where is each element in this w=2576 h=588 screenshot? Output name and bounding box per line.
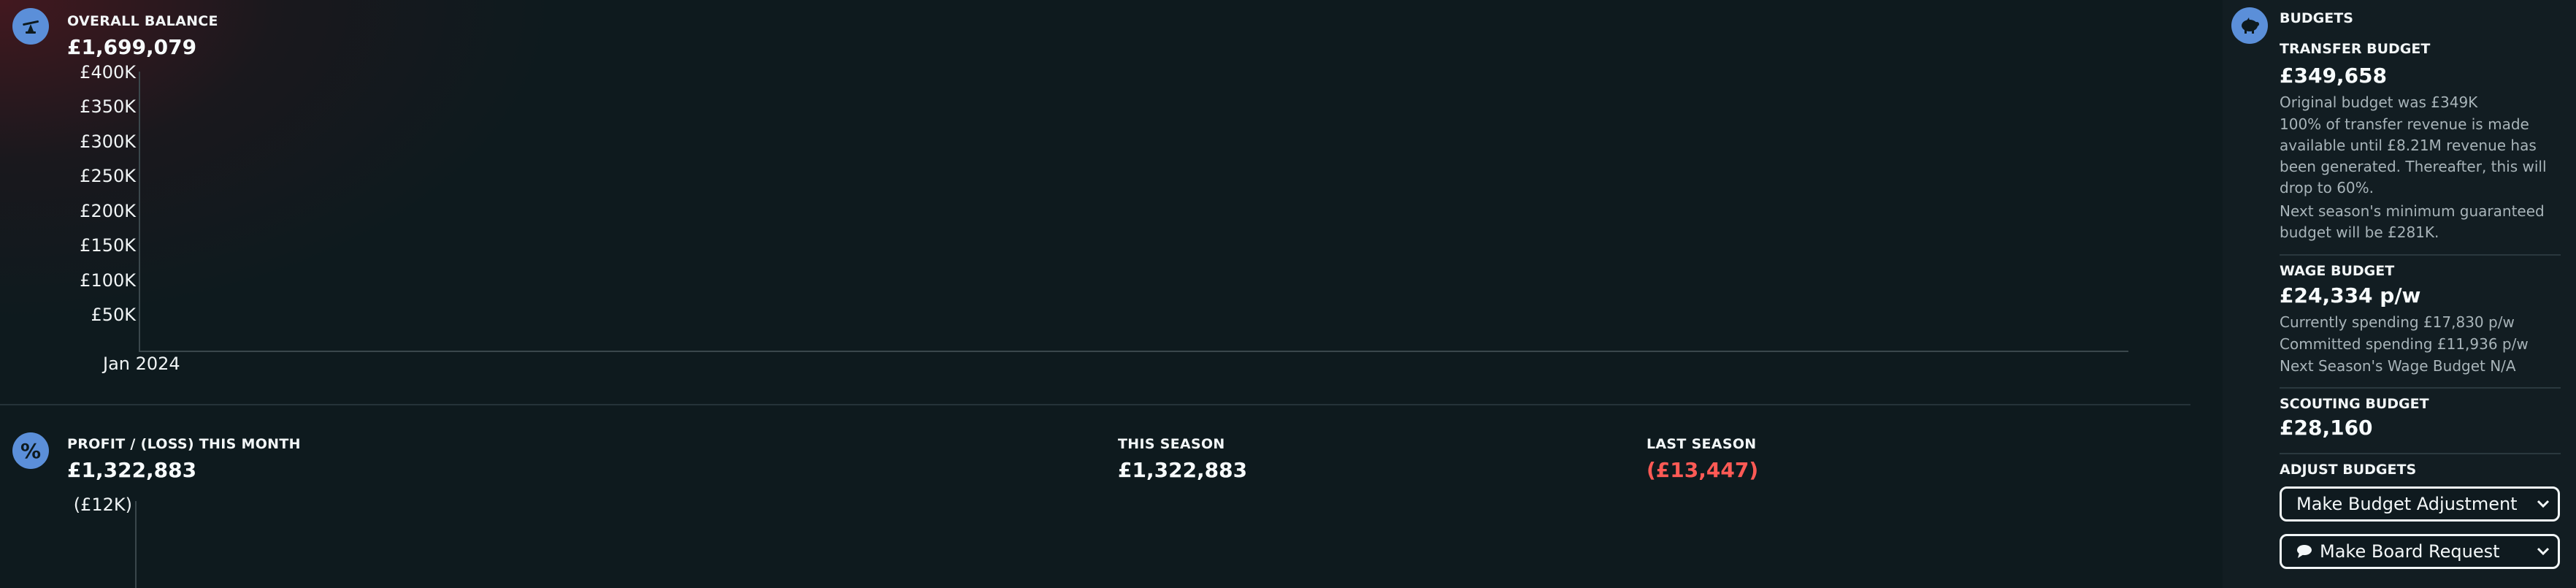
- this-season-label: THIS SEASON: [1118, 436, 1225, 452]
- x-axis-line: [139, 351, 2128, 352]
- sidebar-divider: [2280, 387, 2561, 389]
- x-tick-label: Jan 2024: [103, 354, 180, 374]
- y-tick-label: £150K: [80, 235, 136, 256]
- transfer-budget-revenue-note: 100% of transfer revenue is made availab…: [2280, 115, 2547, 196]
- scouting-budget-label: SCOUTING BUDGET: [2280, 396, 2429, 412]
- y-tick-label: £350K: [80, 96, 136, 117]
- sidebar-divider: [2280, 254, 2561, 256]
- last-season-label: LAST SEASON: [1647, 436, 1757, 452]
- make-budget-adjustment-label: Make Budget Adjustment: [2296, 494, 2518, 514]
- sidebar-divider: [2280, 453, 2561, 454]
- piggy-bank-icon: [2231, 7, 2268, 44]
- y-tick-label: £300K: [80, 131, 136, 152]
- overall-balance-value: £1,699,079: [67, 35, 197, 59]
- transfer-budget-next-season: Next season's minimum guaranteed budget …: [2280, 202, 2545, 241]
- make-board-request-button[interactable]: Make Board Request: [2280, 534, 2560, 569]
- speech-bubble-icon: [2296, 544, 2312, 559]
- make-budget-adjustment-button[interactable]: Make Budget Adjustment: [2280, 486, 2560, 522]
- wage-budget-value: £24,334 p/w: [2280, 283, 2421, 308]
- transfer-budget-label: TRANSFER BUDGET: [2280, 41, 2431, 57]
- last-season-value: (£13,447): [1647, 458, 1759, 482]
- y-tick-label: £100K: [80, 270, 136, 291]
- overall-balance-label: OVERALL BALANCE: [67, 13, 218, 29]
- chevron-down-icon: [2529, 547, 2558, 556]
- this-season-value: £1,322,883: [1118, 458, 1248, 482]
- transfer-budget-value: £349,658: [2280, 64, 2388, 88]
- profit-loss-value: £1,322,883: [67, 458, 197, 482]
- wage-budget-label: WAGE BUDGET: [2280, 263, 2395, 279]
- y-tick-label: £250K: [80, 166, 136, 186]
- wage-current-spending: Currently spending £17,830 p/w: [2280, 313, 2515, 331]
- finances-main-panel: OVERALL BALANCE £1,699,079 £400K £350K £…: [0, 0, 2220, 588]
- scouting-budget-value: £28,160: [2280, 416, 2373, 440]
- percent-icon: %: [12, 432, 49, 469]
- make-board-request-label: Make Board Request: [2320, 541, 2500, 562]
- chevron-down-icon: [2529, 500, 2558, 508]
- transfer-budget-original: Original budget was £349K: [2280, 93, 2478, 111]
- adjust-budgets-label: ADJUST BUDGETS: [2280, 462, 2417, 478]
- y-tick-label: £200K: [80, 201, 136, 221]
- budgets-sidebar: BUDGETS TRANSFER BUDGET £349,658 Origina…: [2223, 0, 2576, 588]
- wage-next-season: Next Season's Wage Budget N/A: [2280, 357, 2516, 375]
- profit-loss-label: PROFIT / (LOSS) THIS MONTH: [67, 436, 301, 452]
- y-axis-line: [139, 72, 140, 351]
- y-tick-label: (£12K): [73, 495, 132, 515]
- make-board-request-content: Make Board Request: [2282, 541, 2529, 562]
- scales-icon: [12, 8, 49, 45]
- budgets-title: BUDGETS: [2280, 10, 2353, 26]
- y-tick-label: £400K: [80, 62, 136, 83]
- y-axis-line: [135, 501, 137, 588]
- y-tick-label: £50K: [91, 305, 136, 325]
- wage-committed-spending: Committed spending £11,936 p/w: [2280, 335, 2529, 353]
- section-divider: [0, 404, 2190, 405]
